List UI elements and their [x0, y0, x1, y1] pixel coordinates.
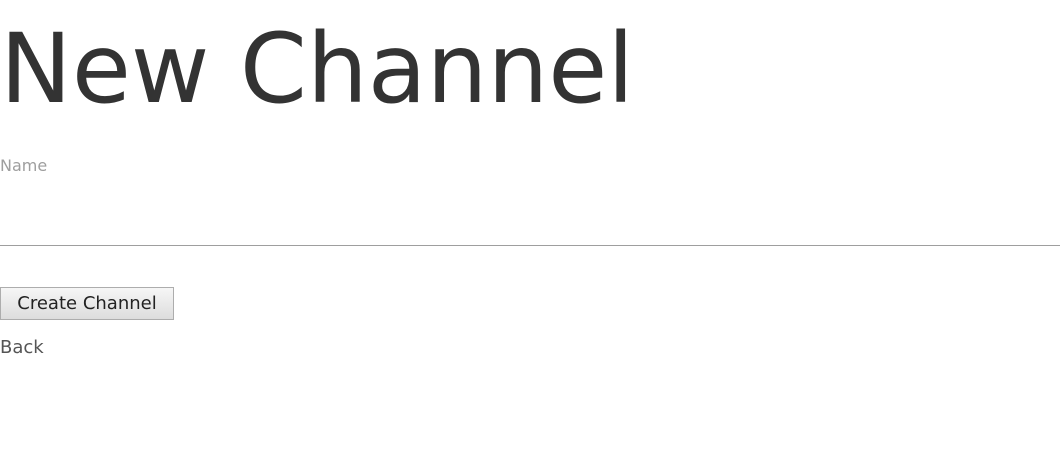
new-channel-page: New Channel Name Create Channel Back — [0, 0, 1060, 469]
create-channel-button[interactable]: Create Channel — [0, 287, 174, 320]
page-title: New Channel — [0, 13, 635, 125]
back-link[interactable]: Back — [0, 337, 44, 359]
name-input[interactable] — [0, 182, 1060, 246]
name-label: Name — [0, 156, 48, 175]
